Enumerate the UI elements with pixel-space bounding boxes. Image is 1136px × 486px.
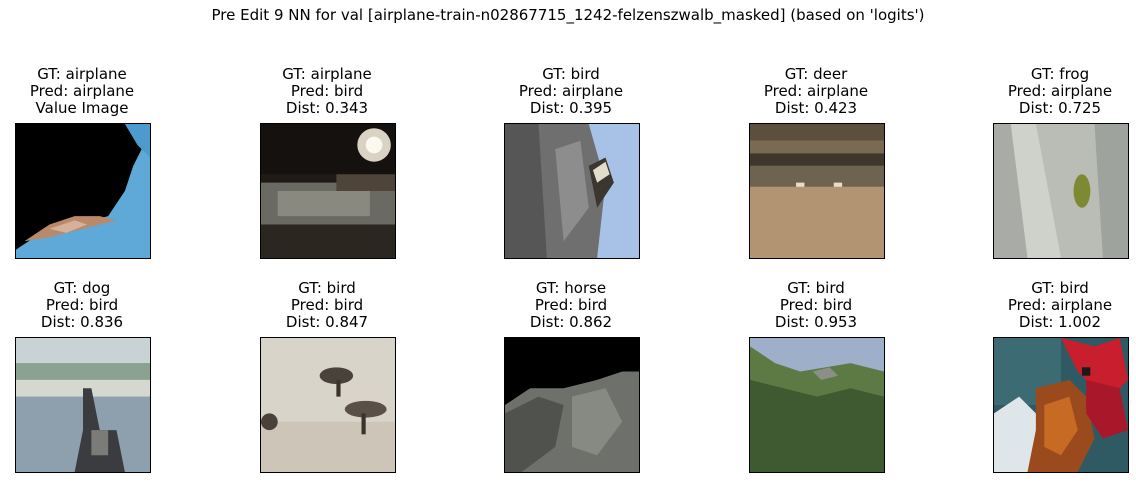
dist-label: Dist: 0.862 (529, 313, 613, 331)
neighbor-image (260, 123, 396, 259)
pred-label: Pred: bird (779, 296, 853, 314)
gt-label: GT: airplane (37, 65, 127, 83)
gt-label: GT: dog (53, 279, 111, 297)
figure-title: Pre Edit 9 NN for val [airplane-train-n0… (211, 6, 925, 24)
dist-label: Dist: 0.725 (1018, 99, 1102, 117)
panel-6: GT: dog Pred: bird Dist: 0.836 (0, 280, 202, 331)
pred-label: Pred: bird (45, 296, 119, 314)
dist-label: Dist: 0.953 (774, 313, 858, 331)
neighbor-image (993, 337, 1129, 473)
pred-label: Pred: airplane (518, 82, 624, 100)
pred-label: Pred: airplane (1007, 82, 1113, 100)
dist-label: Dist: 0.836 (40, 313, 124, 331)
panel-5: GT: frog Pred: airplane Dist: 0.725 (940, 66, 1136, 117)
gt-label: GT: frog (1030, 65, 1090, 83)
gt-label: GT: horse (535, 279, 607, 297)
panel-4: GT: deer Pred: airplane Dist: 0.423 (696, 66, 936, 117)
neighbor-image (749, 123, 885, 259)
dist-label: Dist: 0.423 (774, 99, 858, 117)
gt-label: GT: bird (542, 65, 600, 83)
dist-label: Dist: 0.343 (285, 99, 369, 117)
gt-label: GT: bird (298, 279, 356, 297)
neighbor-image (504, 123, 640, 259)
pred-label: Pred: bird (290, 296, 364, 314)
dist-label: Dist: 1.002 (1018, 313, 1102, 331)
pred-label: Pred: airplane (763, 82, 869, 100)
panel-8: GT: horse Pred: bird Dist: 0.862 (451, 280, 691, 331)
neighbor-image (260, 337, 396, 473)
value-image-label: Value Image (35, 99, 129, 117)
gt-label: GT: bird (787, 279, 845, 297)
value-image (15, 123, 151, 259)
neighbor-image (15, 337, 151, 473)
panel-9: GT: bird Pred: bird Dist: 0.953 (696, 280, 936, 331)
gt-label: GT: airplane (282, 65, 372, 83)
neighbor-image (993, 123, 1129, 259)
gt-label: GT: bird (1031, 279, 1089, 297)
dist-label: Dist: 0.395 (529, 99, 613, 117)
pred-label: Pred: bird (534, 296, 608, 314)
panel-7: GT: bird Pred: bird Dist: 0.847 (207, 280, 447, 331)
neighbor-image (749, 337, 885, 473)
gt-label: GT: deer (784, 65, 848, 83)
neighbor-image (504, 337, 640, 473)
pred-label: Pred: airplane (1007, 296, 1113, 314)
dist-label: Dist: 0.847 (285, 313, 369, 331)
pred-label: Pred: airplane (29, 82, 135, 100)
panel-3: GT: bird Pred: airplane Dist: 0.395 (451, 66, 691, 117)
pred-label: Pred: bird (290, 82, 364, 100)
panel-2: GT: airplane Pred: bird Dist: 0.343 (207, 66, 447, 117)
panel-10: GT: bird Pred: airplane Dist: 1.002 (940, 280, 1136, 331)
panel-1: GT: airplane Pred: airplane Value Image (0, 66, 202, 117)
